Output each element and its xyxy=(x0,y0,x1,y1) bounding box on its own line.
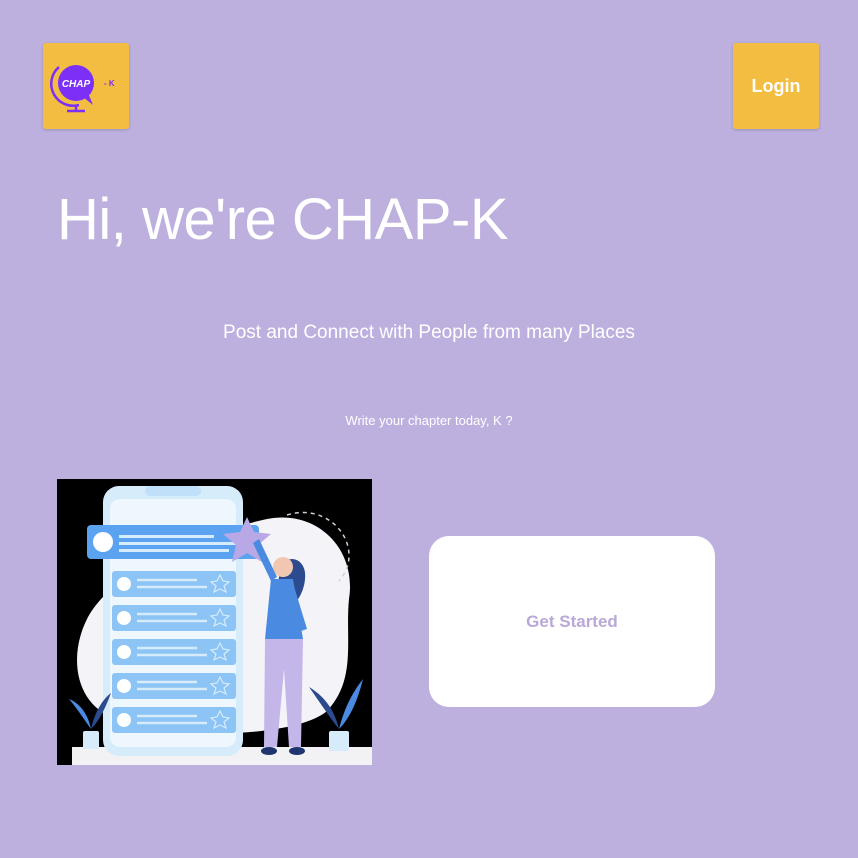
page-title: Hi, we're CHAP-K xyxy=(57,187,509,252)
hero-illustration xyxy=(57,479,372,765)
landing-page: CHAP - K Login Hi, we're CHAP-K Post and… xyxy=(0,0,858,858)
sub-tagline: Write your chapter today, K ? xyxy=(345,413,513,428)
login-button[interactable]: Login xyxy=(733,43,819,129)
logo[interactable]: CHAP - K xyxy=(43,43,129,129)
logo-text-suffix: - K xyxy=(104,79,115,88)
tagline: Post and Connect with People from many P… xyxy=(223,322,635,343)
phone-list-illustration xyxy=(69,486,372,765)
get-started-button[interactable]: Get Started xyxy=(429,536,715,707)
logo-text: CHAP xyxy=(62,79,91,90)
globe-chat-icon: CHAP - K xyxy=(50,65,115,113)
